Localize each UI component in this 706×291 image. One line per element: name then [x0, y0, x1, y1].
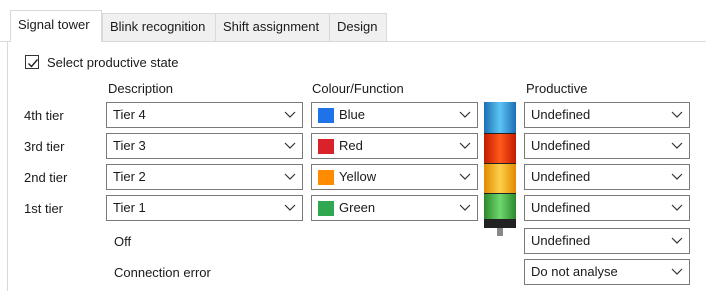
- panel-border: [0, 41, 706, 42]
- combo-value: Undefined: [531, 200, 591, 215]
- chevron-down-icon: [671, 142, 683, 149]
- connection-error-label: Connection error: [114, 265, 211, 280]
- chevron-down-icon: [671, 268, 683, 275]
- tier-label: 2nd tier: [24, 170, 68, 185]
- off-label: Off: [114, 234, 132, 249]
- combo-value: Undefined: [531, 169, 591, 184]
- tab-strip: Signal tower Blink recognition Shift ass…: [0, 0, 706, 42]
- check-icon: [28, 59, 39, 68]
- tier-label: 4th tier: [24, 108, 64, 123]
- productive-combo-connection-error[interactable]: Do not analyse: [524, 259, 690, 285]
- tab-design[interactable]: Design: [329, 13, 387, 41]
- combo-value: Undefined: [531, 107, 591, 122]
- productive-combo[interactable]: Undefined: [524, 102, 690, 128]
- chevron-down-icon: [671, 204, 683, 211]
- chevron-down-icon: [671, 173, 683, 180]
- productive-combo[interactable]: Undefined: [524, 164, 690, 190]
- checkbox-label: Select productive state: [47, 54, 179, 70]
- colour-swatch: [318, 170, 334, 185]
- combo-value: Yellow: [339, 169, 377, 184]
- description-combo[interactable]: Tier 4: [106, 102, 303, 128]
- description-combo[interactable]: Tier 2: [106, 164, 303, 190]
- header-description: Description: [108, 81, 174, 96]
- chevron-down-icon: [284, 111, 296, 118]
- tier-label: 3rd tier: [24, 139, 65, 154]
- productive-combo[interactable]: Undefined: [524, 133, 690, 159]
- colour-combo[interactable]: Red: [311, 133, 478, 159]
- chevron-down-icon: [671, 111, 683, 118]
- colour-combo[interactable]: Green: [311, 195, 478, 221]
- tab-signal-tower[interactable]: Signal tower: [10, 10, 102, 42]
- combo-value: Undefined: [531, 138, 591, 153]
- combo-value: Tier 1: [113, 200, 146, 215]
- chevron-down-icon: [671, 237, 683, 244]
- combo-value: Do not analyse: [531, 264, 618, 279]
- combo-value: Tier 4: [113, 107, 146, 122]
- combo-value: Undefined: [531, 233, 591, 248]
- signal-tower-icon: [484, 102, 516, 236]
- combo-value: Green: [339, 200, 376, 215]
- chevron-down-icon: [459, 142, 471, 149]
- chevron-down-icon: [459, 173, 471, 180]
- combo-value: Blue: [339, 107, 366, 122]
- colour-swatch: [318, 201, 334, 216]
- select-productive-state-checkbox[interactable]: Select productive state: [25, 54, 179, 70]
- description-combo[interactable]: Tier 3: [106, 133, 303, 159]
- colour-combo[interactable]: Yellow: [311, 164, 478, 190]
- header-colour-function: Colour/Function: [312, 81, 404, 96]
- tier-label: 1st tier: [24, 201, 64, 216]
- colour-combo[interactable]: Blue: [311, 102, 478, 128]
- tab-shift-assignment[interactable]: Shift assignment: [215, 13, 330, 41]
- colour-swatch: [318, 108, 334, 123]
- chevron-down-icon: [284, 173, 296, 180]
- colour-swatch: [318, 139, 334, 154]
- header-productive: Productive: [526, 81, 588, 96]
- chevron-down-icon: [459, 204, 471, 211]
- chevron-down-icon: [284, 142, 296, 149]
- combo-value: Tier 2: [113, 169, 146, 184]
- productive-combo[interactable]: Undefined: [524, 195, 690, 221]
- chevron-down-icon: [459, 111, 471, 118]
- productive-combo-off[interactable]: Undefined: [524, 228, 690, 254]
- combo-value: Tier 3: [113, 138, 146, 153]
- description-combo[interactable]: Tier 1: [106, 195, 303, 221]
- tab-blink-recognition[interactable]: Blink recognition: [102, 13, 216, 41]
- checkbox-box[interactable]: [25, 55, 39, 69]
- panel-border-left: [7, 41, 8, 291]
- chevron-down-icon: [284, 204, 296, 211]
- combo-value: Red: [339, 138, 363, 153]
